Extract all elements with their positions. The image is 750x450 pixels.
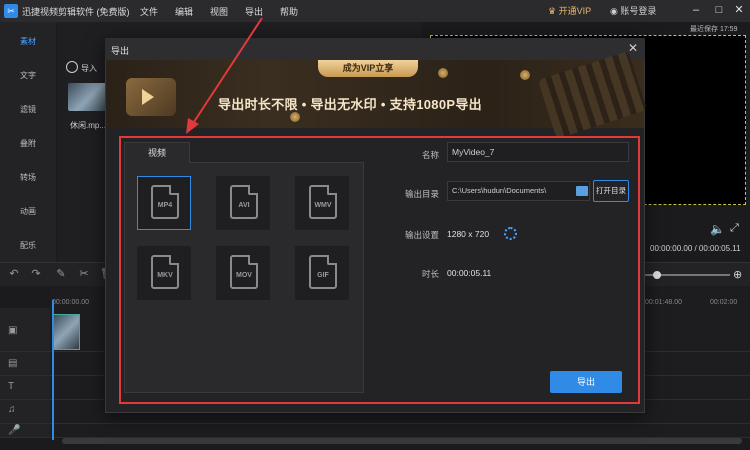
format-avi-button[interactable]: AVI	[216, 176, 270, 230]
format-mov-button[interactable]: MOV	[216, 246, 270, 300]
login-label: 账号登录	[620, 6, 657, 16]
playhead[interactable]	[52, 300, 54, 440]
voice-track[interactable]	[50, 424, 750, 438]
user-icon: ◉	[610, 6, 621, 16]
fullscreen-icon[interactable]: ⤢	[730, 222, 739, 235]
overlay-icon: ▤	[8, 358, 18, 369]
output-dir-input[interactable]: C:\Users\hudun\Documents\	[447, 181, 590, 201]
ruler-end: 00:02:00	[710, 299, 738, 306]
preview-time-display: 00:00:00.00 / 00:00:05.11	[650, 244, 741, 253]
import-label[interactable]: 导入	[81, 63, 97, 74]
format-label: MKV	[157, 272, 173, 279]
ruler-mark: 00:01:48.00	[645, 299, 682, 306]
vip-badge: 成为VIP立享	[318, 60, 418, 77]
menu-view[interactable]: 视图	[210, 5, 228, 18]
tab-video[interactable]: 视频	[124, 142, 190, 163]
minimize-icon[interactable]: –	[688, 2, 704, 18]
export-dialog-title: 导出	[111, 46, 130, 56]
text-icon: T	[8, 381, 15, 392]
undo-icon[interactable]: ↶	[8, 268, 20, 280]
sidebar-item-media[interactable]: 素材	[0, 36, 56, 47]
output-dir-label: 输出目录	[405, 189, 440, 199]
export-button[interactable]: 导出	[550, 371, 622, 393]
coin-icon	[290, 112, 300, 122]
menu-file[interactable]: 文件	[140, 5, 158, 18]
volume-icon[interactable]: 🔈	[710, 222, 725, 236]
crown-icon: ♛	[548, 6, 559, 16]
app-logo-icon: ✂	[4, 4, 18, 18]
dialog-close-icon[interactable]: ✕	[627, 41, 639, 55]
format-label: MOV	[236, 272, 252, 279]
login-button[interactable]: ◉ 账号登录	[610, 4, 656, 17]
film-icon: ▣	[8, 325, 18, 336]
sidebar-item-overlay[interactable]: 叠附	[0, 138, 56, 149]
format-label: MP4	[157, 202, 173, 209]
coin-icon	[438, 68, 448, 78]
output-settings-label: 输出设置	[405, 230, 440, 240]
export-dialog-header	[105, 38, 645, 60]
mic-icon: 🎤	[8, 425, 21, 436]
name-input[interactable]: MyVideo_7	[447, 142, 629, 162]
media-file-name: 休闲.mp...	[70, 121, 107, 130]
vip-banner-text: 导出时长不限 • 导出无水印 • 支持1080P导出	[218, 97, 482, 112]
sidebar-item-music[interactable]: 配乐	[0, 240, 56, 251]
edit-icon[interactable]: ✎	[55, 268, 67, 280]
format-label: WMV	[314, 202, 332, 209]
redo-icon[interactable]: ↷	[30, 268, 42, 280]
vip-button[interactable]: ♛ 开通VIP	[548, 4, 591, 17]
format-mkv-button[interactable]: MKV	[137, 246, 191, 300]
sidebar-item-transition[interactable]: 转场	[0, 172, 56, 183]
menu-edit[interactable]: 编辑	[175, 5, 193, 18]
app-title: 迅捷视频剪辑软件 (免费版)	[22, 7, 130, 17]
play-icon	[142, 89, 154, 105]
format-gif-button[interactable]: GIF	[295, 246, 349, 300]
sidebar-item-filter[interactable]: 滤镜	[0, 104, 56, 115]
duration-label: 时长	[422, 269, 440, 279]
ruler-start: 00:00:00.00	[52, 299, 89, 306]
sidebar-item-animation[interactable]: 动画	[0, 206, 56, 217]
format-wmv-button[interactable]: WMV	[295, 176, 349, 230]
maximize-icon[interactable]: □	[711, 2, 727, 18]
format-label: AVI	[238, 202, 250, 209]
menu-export[interactable]: 导出	[245, 5, 263, 18]
music-icon: ♫	[8, 404, 16, 415]
import-icon[interactable]	[66, 61, 78, 73]
menu-help[interactable]: 帮助	[280, 5, 298, 18]
name-label: 名称	[422, 150, 440, 160]
format-label: GIF	[317, 272, 329, 279]
split-icon[interactable]: ✂	[78, 268, 90, 280]
video-clip[interactable]	[52, 314, 80, 350]
folder-icon[interactable]	[576, 186, 588, 196]
timeline-scrollbar[interactable]	[62, 438, 742, 444]
output-resolution: 1280 x 720	[447, 229, 490, 239]
sidebar-item-text[interactable]: 文字	[0, 70, 56, 81]
open-directory-button[interactable]: 打开目录	[593, 180, 629, 202]
format-mp4-button[interactable]: MP4	[137, 176, 191, 230]
last-saved-label: 最近保存 17:59	[690, 26, 738, 33]
coin-icon	[520, 70, 530, 80]
zoom-in-icon[interactable]: ⊕	[733, 268, 742, 281]
vip-label: 开通VIP	[558, 6, 592, 16]
zoom-slider-knob[interactable]	[653, 271, 661, 279]
duration-value: 00:00:05.11	[447, 268, 492, 278]
settings-gear-icon[interactable]	[504, 227, 517, 240]
close-icon[interactable]: ✕	[731, 2, 747, 18]
